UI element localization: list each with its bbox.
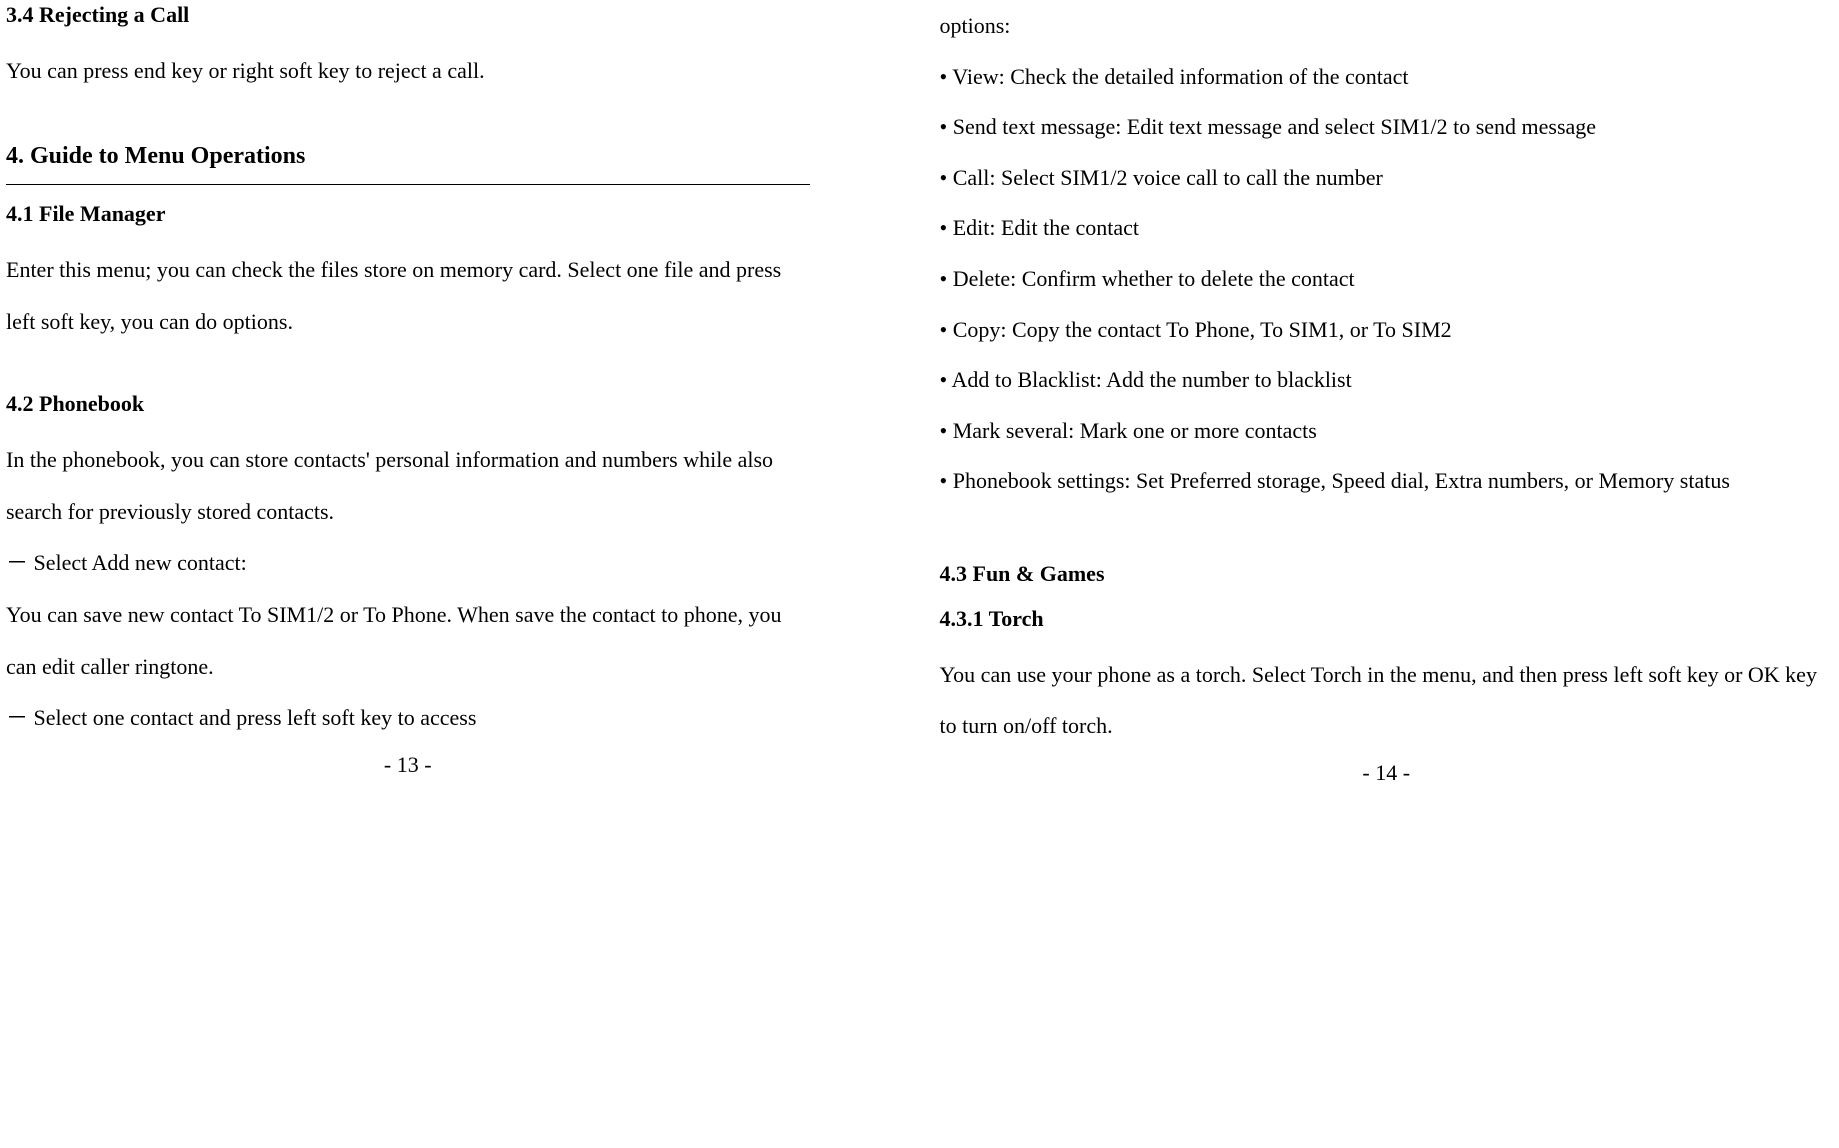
bullet-blacklist: • Add to Blacklist: Add the number to bl… (940, 355, 1834, 406)
para-4-1: Enter this menu; you can check the files… (6, 244, 810, 347)
bullet-view: • View: Check the detailed information o… (940, 52, 1834, 103)
page-spread: 3.4 Rejecting a Call You can press end k… (0, 0, 1839, 789)
bullet-phonebook-settings: • Phonebook settings: Set Preferred stor… (940, 456, 1834, 507)
bullet-mark-several: • Mark several: Mark one or more contact… (940, 406, 1834, 457)
section-divider (6, 184, 810, 185)
heading-4: 4. Guide to Menu Operations (6, 140, 810, 174)
para-4-3-1: You can use your phone as a torch. Selec… (940, 649, 1834, 752)
page-number-left: - 13 - (6, 750, 810, 781)
page-right: options: • View: Check the detailed info… (920, 0, 1839, 789)
options-continued: options: (940, 0, 1834, 52)
dash-item-1: － Select Add new contact: (6, 537, 810, 589)
bullet-copy: • Copy: Copy the contact To Phone, To SI… (940, 305, 1834, 356)
dash-item-2: － Select one contact and press left soft… (6, 692, 810, 744)
heading-4-3: 4.3 Fun & Games (940, 559, 1834, 590)
page-number-right: - 14 - (940, 758, 1834, 789)
heading-4-2: 4.2 Phonebook (6, 389, 810, 420)
bullet-edit: • Edit: Edit the contact (940, 203, 1834, 254)
heading-4-1: 4.1 File Manager (6, 199, 810, 230)
para-dash-1: You can save new contact To SIM1/2 or To… (6, 589, 810, 692)
spacer (940, 507, 1834, 535)
spacer (6, 347, 810, 365)
page-left: 3.4 Rejecting a Call You can press end k… (0, 0, 920, 789)
bullet-call: • Call: Select SIM1/2 voice call to call… (940, 153, 1834, 204)
bullet-send-text: • Send text message: Edit text message a… (940, 102, 1834, 153)
heading-4-3-1: 4.3.1 Torch (940, 604, 1834, 635)
para-3-4: You can press end key or right soft key … (6, 45, 810, 97)
heading-3-4: 3.4 Rejecting a Call (6, 0, 810, 31)
bullet-delete: • Delete: Confirm whether to delete the … (940, 254, 1834, 305)
para-4-2: In the phonebook, you can store contacts… (6, 434, 810, 537)
